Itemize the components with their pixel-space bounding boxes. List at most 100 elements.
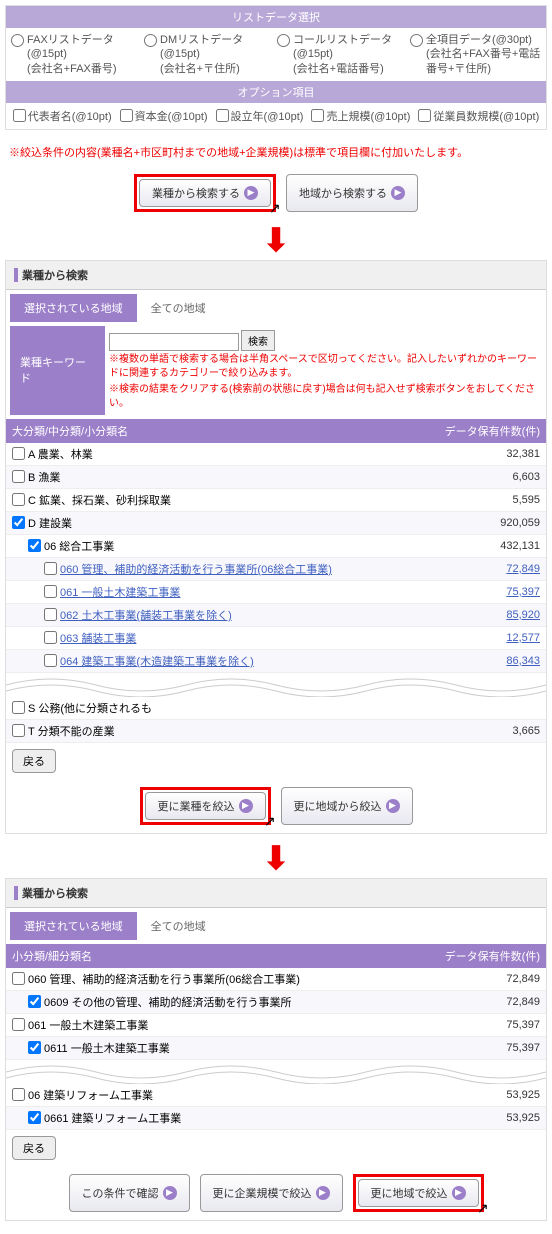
row-checkbox[interactable]: [28, 1041, 41, 1054]
opt-fax[interactable]: FAXリストデータ(@15pt)(会社名+FAX番号): [11, 33, 142, 76]
table-row: 0609 その他の管理、補助的経済活動を行う事業所72,849: [6, 991, 546, 1014]
row-checkbox[interactable]: [44, 562, 57, 575]
opt-call-radio[interactable]: [277, 34, 290, 47]
opt-all-radio[interactable]: [410, 34, 423, 47]
table-row: 062 土木工事業(舗装工事業を除く)85,920: [6, 604, 546, 627]
category-link[interactable]: 064 建築工事業(木造建築工事業を除く): [60, 653, 254, 669]
row-checkbox[interactable]: [44, 631, 57, 644]
filter-by-region-button[interactable]: 更に地域から絞込▶: [281, 787, 413, 825]
category-link[interactable]: 063 舗装工事業: [60, 630, 136, 646]
filter-by-scale-button[interactable]: 更に企業規模で絞込▶: [200, 1174, 343, 1212]
table-row: T 分類不能の産業3,665: [6, 720, 546, 743]
opt-all[interactable]: 全項目データ(@30pt)(会社名+FAX番号+電話番号+〒住所): [410, 33, 541, 76]
table-row: 063 舗装工事業12,577: [6, 627, 546, 650]
row-checkbox[interactable]: [44, 654, 57, 667]
arrow-right-icon: ▶: [244, 186, 258, 200]
list-data-panel: リストデータ選択 FAXリストデータ(@15pt)(会社名+FAX番号) DMリ…: [5, 5, 547, 130]
table-header: 大分類/中分類/小分類名データ保有件数(件): [6, 419, 546, 443]
arrow-right-icon: ▶: [391, 186, 405, 200]
table-row: C 鉱業、採石業、砂利採取業5,595: [6, 489, 546, 512]
filter-by-region-button[interactable]: 更に地域で絞込▶: [358, 1179, 479, 1207]
search-btn-row: 業種から検索する▶ 地域から検索する▶: [5, 166, 547, 220]
keyword-input[interactable]: [109, 333, 239, 351]
chk-emp[interactable]: 従業員数規模(@10pt): [418, 108, 539, 124]
opt-call[interactable]: コールリストデータ(@15pt)(会社名+電話番号): [277, 33, 408, 76]
option-checks: 代表者名(@10pt) 資本金(@10pt) 設立年(@10pt) 売上規模(@…: [6, 103, 546, 129]
confirm-btn-row: この条件で確認▶ 更に企業規模で絞込▶ 更に地域で絞込▶: [6, 1166, 546, 1220]
wave-cut: [6, 1060, 546, 1084]
back-button[interactable]: 戻る: [12, 749, 56, 773]
filter-by-industry-button[interactable]: 更に業種を絞込▶: [145, 792, 266, 820]
row-checkbox[interactable]: [44, 608, 57, 621]
keyword-search-button[interactable]: 検索: [241, 330, 275, 351]
filter-note: ※絞込条件の内容(業種名+市区町村までの地域+企業規模)は標準で項目欄に付加いた…: [5, 138, 547, 166]
row-checkbox[interactable]: [12, 1018, 25, 1031]
panel2-title: 業種から検索: [6, 261, 546, 290]
region-tabs: 選択されている地域 全ての地域: [10, 294, 542, 322]
category-link[interactable]: 061 一般土木建築工事業: [60, 584, 180, 600]
filter-btn-row: 更に業種を絞込▶ 更に地域から絞込▶: [6, 779, 546, 833]
tab-all-regions[interactable]: 全ての地域: [137, 294, 220, 322]
arrow-right-icon: ▶: [163, 1186, 177, 1200]
tab-all-regions[interactable]: 全ての地域: [137, 912, 220, 940]
search-by-region-button[interactable]: 地域から検索する▶: [286, 174, 418, 212]
table-row: S 公務(他に分類されるも: [6, 697, 546, 720]
table-row: B 漁業6,603: [6, 466, 546, 489]
list-options-row: FAXリストデータ(@15pt)(会社名+FAX番号) DMリストデータ(@15…: [6, 28, 546, 81]
arrow-right-icon: ▶: [386, 799, 400, 813]
search-by-industry-button[interactable]: 業種から検索する▶: [139, 179, 271, 207]
table-body: A 農業、林業32,381B 漁業6,603C 鉱業、採石業、砂利採取業5,59…: [6, 443, 546, 673]
row-checkbox[interactable]: [12, 447, 25, 460]
table-body: 060 管理、補助的経済活動を行う事業所(06総合工事業)72,8490609 …: [6, 968, 546, 1060]
highlight-industry-search: 業種から検索する▶: [134, 174, 276, 212]
arrow-right-icon: ▶: [316, 1186, 330, 1200]
table-row: 06 建築リフォーム工事業53,925: [6, 1084, 546, 1107]
panel3-title: 業種から検索: [6, 879, 546, 908]
chk-rep[interactable]: 代表者名(@10pt): [13, 108, 112, 124]
table-row: 061 一般土木建築工事業75,397: [6, 581, 546, 604]
table-row: 060 管理、補助的経済活動を行う事業所(06総合工事業)72,849: [6, 558, 546, 581]
category-link[interactable]: 060 管理、補助的経済活動を行う事業所(06総合工事業): [60, 561, 332, 577]
tab-selected-region[interactable]: 選択されている地域: [10, 912, 137, 940]
table-row: 061 一般土木建築工事業75,397: [6, 1014, 546, 1037]
row-checkbox[interactable]: [12, 493, 25, 506]
region-tabs: 選択されている地域 全ての地域: [10, 912, 542, 940]
row-checkbox[interactable]: [12, 1088, 25, 1101]
confirm-button[interactable]: この条件で確認▶: [69, 1174, 190, 1212]
keyword-row: 業種キーワード 検索 ※複数の単語で検索する場合は半角スペースで区切ってください…: [10, 326, 542, 415]
table-row: 0611 一般土木建築工事業75,397: [6, 1037, 546, 1060]
row-checkbox[interactable]: [12, 516, 25, 529]
table-header: 小分類/細分類名データ保有件数(件): [6, 944, 546, 968]
opt-fax-radio[interactable]: [11, 34, 24, 47]
opt-dm-radio[interactable]: [144, 34, 157, 47]
row-checkbox[interactable]: [28, 1111, 41, 1124]
category-link[interactable]: 062 土木工事業(舗装工事業を除く): [60, 607, 232, 623]
flow-arrow-icon: ⬇: [5, 224, 547, 256]
chk-founded[interactable]: 設立年(@10pt): [216, 108, 304, 124]
row-checkbox[interactable]: [44, 585, 57, 598]
highlight-filter-region: 更に地域で絞込▶: [353, 1174, 484, 1212]
arrow-right-icon: ▶: [452, 1186, 466, 1200]
arrow-right-icon: ▶: [239, 799, 253, 813]
option-header: オプション項目: [6, 81, 546, 103]
row-checkbox[interactable]: [12, 972, 25, 985]
tab-selected-region[interactable]: 選択されている地域: [10, 294, 137, 322]
row-checkbox[interactable]: [28, 539, 41, 552]
keyword-label: 業種キーワード: [10, 326, 105, 415]
wave-cut: [6, 673, 546, 697]
table-row: 06 総合工事業432,131: [6, 535, 546, 558]
table-row: 0661 建築リフォーム工事業53,925: [6, 1107, 546, 1130]
opt-dm[interactable]: DMリストデータ(@15pt)(会社名+〒住所): [144, 33, 275, 76]
chk-capital[interactable]: 資本金(@10pt): [120, 108, 208, 124]
row-checkbox[interactable]: [28, 995, 41, 1008]
keyword-note2: ※検索の結果をクリアする(検索前の状態に戻す)場合は何も記入せず検索ボタンをおし…: [109, 383, 538, 411]
subcategory-panel: 業種から検索 選択されている地域 全ての地域 小分類/細分類名データ保有件数(件…: [5, 878, 547, 1221]
table-row: 060 管理、補助的経済活動を行う事業所(06総合工事業)72,849: [6, 968, 546, 991]
chk-sales[interactable]: 売上規模(@10pt): [311, 108, 410, 124]
table-row: A 農業、林業32,381: [6, 443, 546, 466]
row-checkbox[interactable]: [12, 470, 25, 483]
back-button[interactable]: 戻る: [12, 1136, 56, 1160]
industry-search-panel: 業種から検索 選択されている地域 全ての地域 業種キーワード 検索 ※複数の単語…: [5, 260, 547, 834]
list-data-header: リストデータ選択: [6, 6, 546, 28]
table-row: D 建設業920,059: [6, 512, 546, 535]
